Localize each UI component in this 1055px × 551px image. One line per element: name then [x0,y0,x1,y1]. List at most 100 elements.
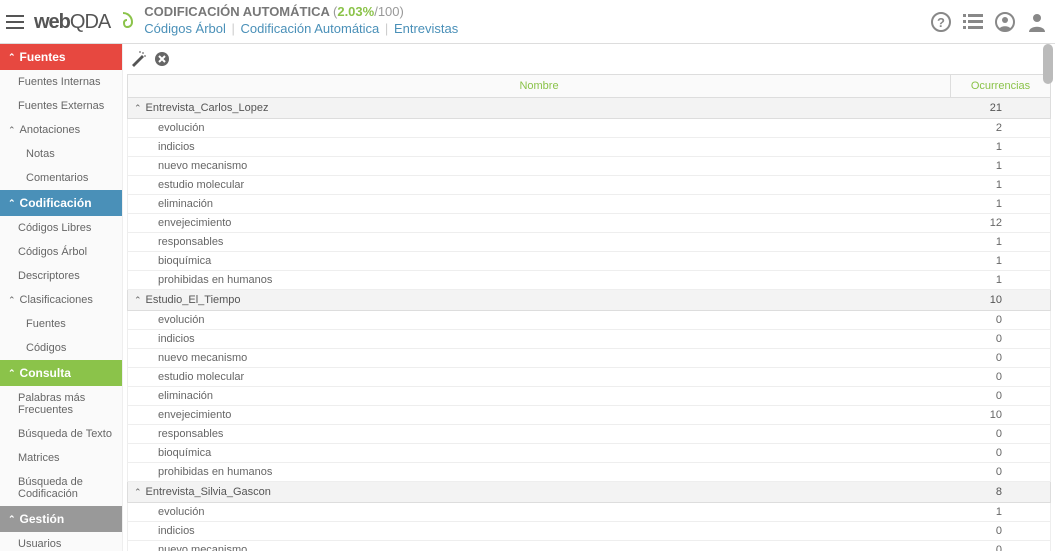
group-header[interactable]: ⌃ Entrevista_Carlos_Lopez 21 [127,98,1051,119]
table-row[interactable]: evolución 1 [127,503,1051,522]
list-button[interactable] [963,14,983,30]
sidebar-item-matrices[interactable]: Matrices [0,446,122,470]
sidebar-item-clasif-codigos[interactable]: Códigos [0,336,122,360]
table-row[interactable]: evolución 0 [127,311,1051,330]
group-name: Estudio_El_Tiempo [146,294,954,306]
notifications-button[interactable] [995,12,1015,32]
magic-wand-button[interactable] [129,50,147,68]
table-row[interactable]: envejecimiento 10 [127,406,1051,425]
close-button[interactable] [153,50,171,68]
row-occ: 2 [954,122,1044,134]
table-row[interactable]: nuevo mecanismo 1 [127,157,1051,176]
breadcrumb-link-1[interactable]: Códigos Árbol [144,21,226,36]
row-name: nuevo mecanismo [134,352,954,364]
table-row[interactable]: eliminación 1 [127,195,1051,214]
breadcrumb-sep: | [232,21,235,36]
table-row[interactable]: responsables 0 [127,425,1051,444]
breadcrumb-link-3[interactable]: Entrevistas [394,21,458,36]
sidebar-item-fuentes-internas[interactable]: Fuentes Internas [0,70,122,94]
group-occ: 8 [954,486,1044,498]
group-occ: 21 [954,102,1044,114]
close-circle-icon [154,51,170,67]
sidebar-item-clasif-fuentes[interactable]: Fuentes [0,312,122,336]
chevron-up-icon: ⌃ [8,125,16,136]
table-row[interactable]: responsables 1 [127,233,1051,252]
hamburger-menu-button[interactable] [0,0,30,44]
chevron-up-icon: ⌃ [8,368,16,379]
sidebar-section-consulta[interactable]: ⌃ Consulta [0,360,122,386]
scrollbar-thumb[interactable] [1043,44,1053,84]
row-occ: 1 [954,198,1044,210]
row-occ: 0 [954,390,1044,402]
row-name: prohibidas en humanos [134,466,954,478]
table-row[interactable]: nuevo mecanismo 0 [127,349,1051,368]
user-icon [1027,12,1047,32]
main-content: Nombre Ocurrencias ⌃ Entrevista_Carlos_L… [123,44,1055,551]
table-row[interactable]: estudio molecular 1 [127,176,1051,195]
row-name: indicios [134,141,954,153]
sidebar-section-codificacion[interactable]: ⌃ Codificación [0,190,122,216]
table-row[interactable]: prohibidas en humanos 1 [127,271,1051,290]
sidebar-item-busqueda-texto[interactable]: Búsqueda de Texto [0,422,122,446]
table-row[interactable]: bioquímica 1 [127,252,1051,271]
row-name: evolución [134,122,954,134]
title-text: CODIFICACIÓN AUTOMÁTICA [144,4,329,19]
table-row[interactable]: evolución 2 [127,119,1051,138]
sidebar-label: Anotaciones [20,124,81,136]
col-header-name[interactable]: Nombre [128,75,950,97]
sidebar-label: Fuentes [20,50,66,64]
table-row[interactable]: envejecimiento 12 [127,214,1051,233]
sidebar-section-fuentes[interactable]: ⌃ Fuentes [0,44,122,70]
sidebar-section-gestion[interactable]: ⌃ Gestión [0,506,122,532]
row-occ: 1 [954,141,1044,153]
row-name: prohibidas en humanos [134,274,954,286]
table-row[interactable]: indicios 1 [127,138,1051,157]
row-name: eliminación [134,390,954,402]
sidebar-item-fuentes-externas[interactable]: Fuentes Externas [0,94,122,118]
sidebar-sub-clasificaciones[interactable]: ⌃ Clasificaciones [0,288,122,312]
table-row[interactable]: bioquímica 0 [127,444,1051,463]
group-header[interactable]: ⌃ Estudio_El_Tiempo 10 [127,290,1051,311]
sidebar-item-busqueda-codif[interactable]: Búsqueda de Codificación [0,470,122,506]
row-name: estudio molecular [134,371,954,383]
toolbar [123,44,1055,74]
chevron-up-icon: ⌃ [8,295,16,306]
sidebar-item-notas[interactable]: Notas [0,142,122,166]
table-row[interactable]: prohibidas en humanos 0 [127,463,1051,482]
group-occ: 10 [954,294,1044,306]
sidebar-sub-anotaciones[interactable]: ⌃ Anotaciones [0,118,122,142]
topbar: webQDA CODIFICACIÓN AUTOMÁTICA (2.03%/10… [0,0,1055,44]
row-name: bioquímica [134,447,954,459]
row-name: envejecimiento [134,409,954,421]
table-row[interactable]: estudio molecular 0 [127,368,1051,387]
row-name: evolución [134,506,954,518]
user-circle-icon [995,12,1015,32]
table-row[interactable]: nuevo mecanismo 0 [127,541,1051,551]
row-name: indicios [134,333,954,345]
sidebar-item-codigos-libres[interactable]: Códigos Libres [0,216,122,240]
table-row[interactable]: indicios 0 [127,330,1051,349]
list-icon [963,14,983,30]
col-header-occ[interactable]: Ocurrencias [950,75,1050,97]
sidebar-item-descriptores[interactable]: Descriptores [0,264,122,288]
row-occ: 0 [954,466,1044,478]
percent-value: 2.03% [337,4,374,19]
table-row[interactable]: indicios 0 [127,522,1051,541]
group-header[interactable]: ⌃ Entrevista_Silvia_Gascon 8 [127,482,1051,503]
row-occ: 0 [954,371,1044,383]
svg-text:?: ? [937,15,945,30]
sidebar-item-usuarios[interactable]: Usuarios [0,532,122,551]
breadcrumb-link-2[interactable]: Codificación Automática [241,21,380,36]
help-button[interactable]: ? [931,12,951,32]
sidebar-label: Codificación [20,196,92,210]
breadcrumb-sep: | [385,21,388,36]
row-occ: 1 [954,236,1044,248]
user-button[interactable] [1027,12,1047,32]
help-icon: ? [931,12,951,32]
table-row[interactable]: eliminación 0 [127,387,1051,406]
sidebar-item-comentarios[interactable]: Comentarios [0,166,122,190]
app-logo[interactable]: webQDA [30,0,138,44]
sidebar-item-palabras-frecuentes[interactable]: Palabras más Frecuentes [0,386,122,422]
row-name: eliminación [134,198,954,210]
sidebar-item-codigos-arbol[interactable]: Códigos Árbol [0,240,122,264]
